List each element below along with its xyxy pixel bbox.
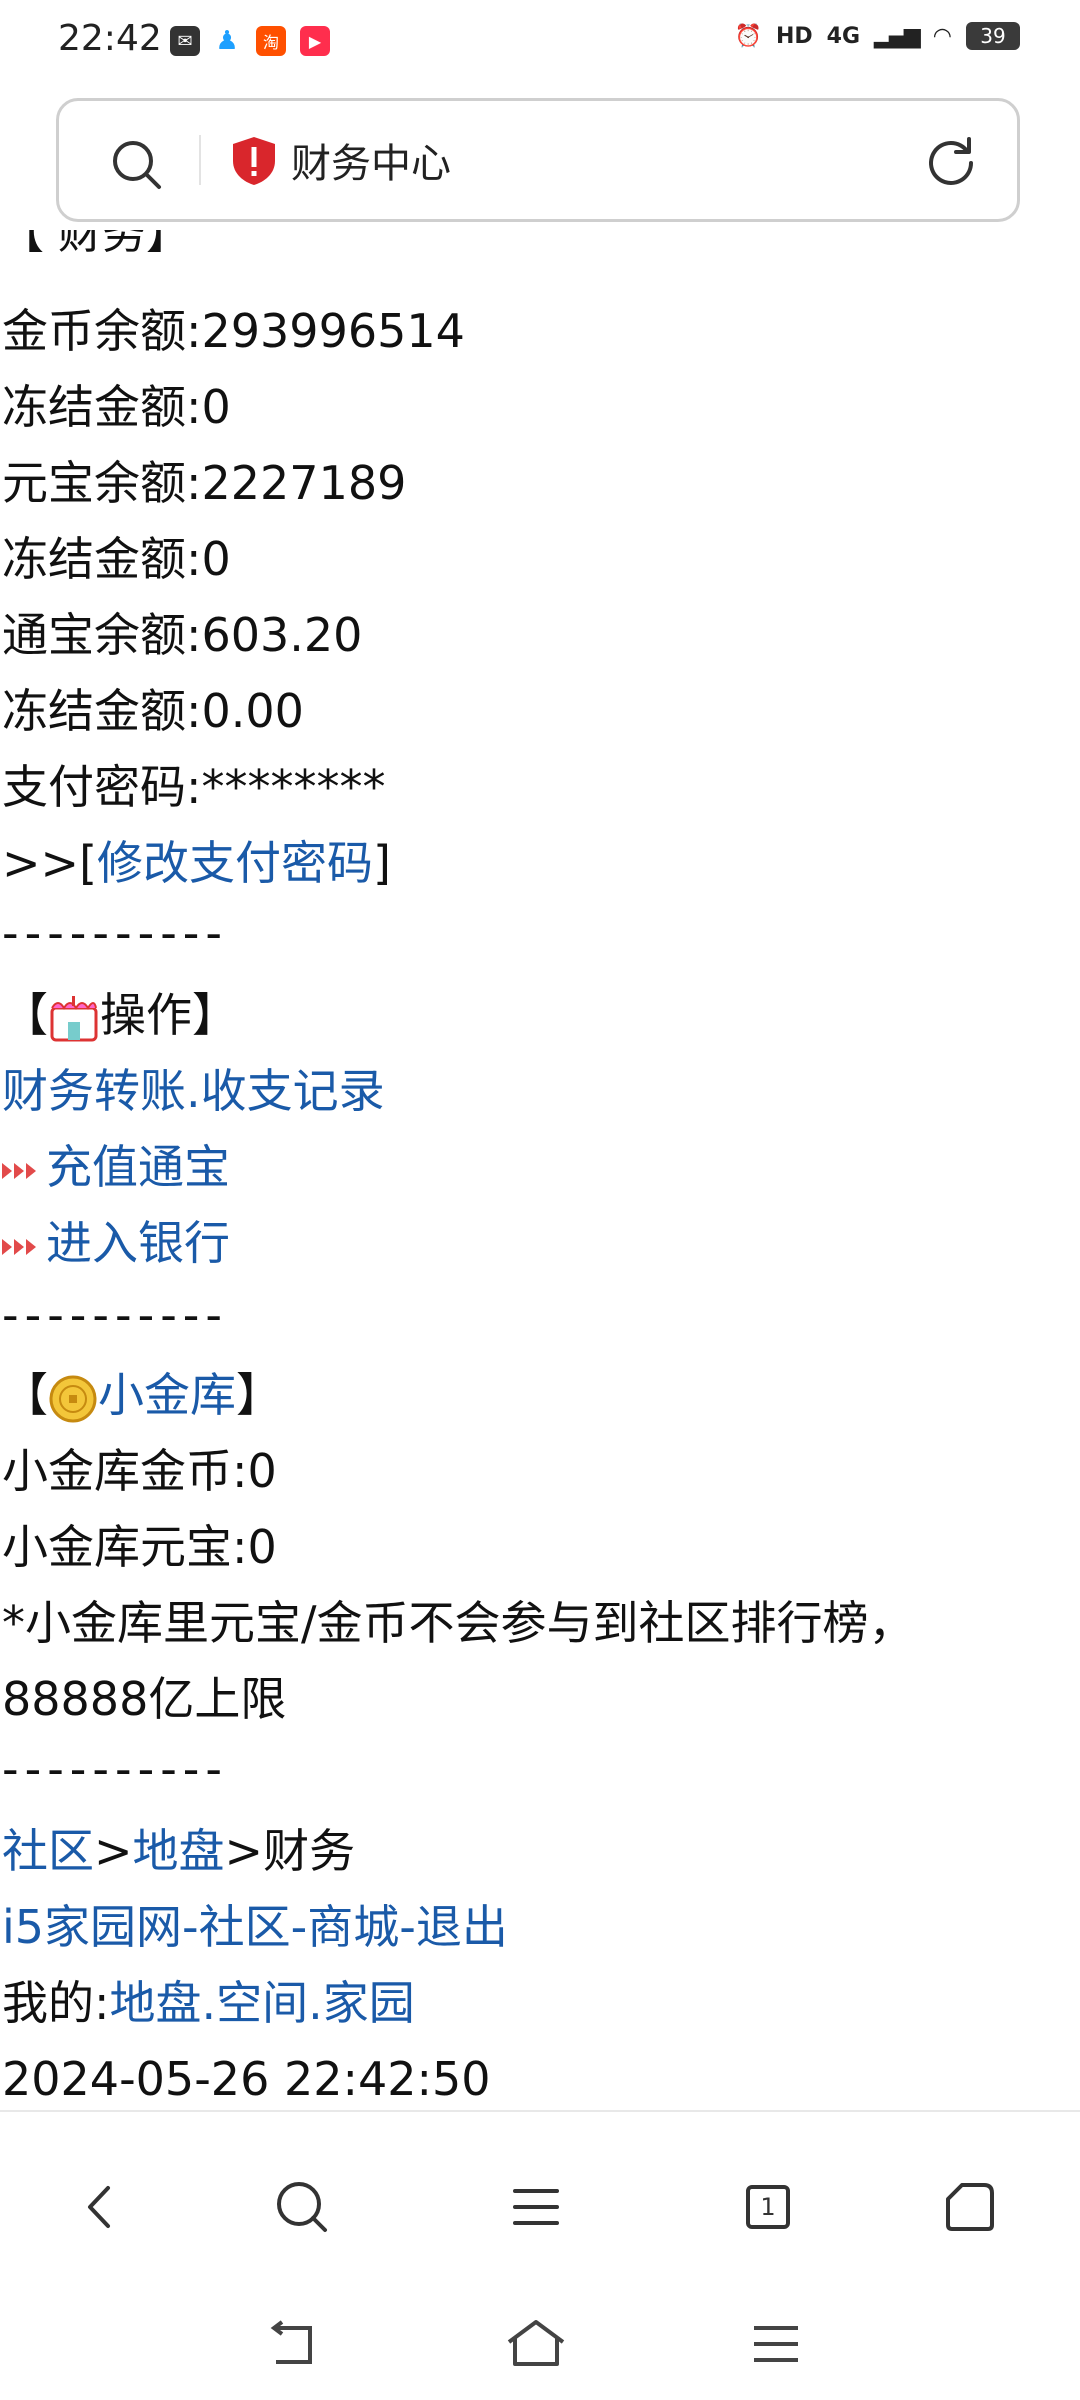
breadcrumb-community-link[interactable]: 社区	[2, 1824, 94, 1878]
bracket-close: 】	[236, 1368, 282, 1422]
taobao-notification-icon: 淘	[256, 26, 286, 56]
section-header-operations: 【 操作】	[2, 977, 238, 1053]
back-arrow-icon	[270, 2320, 312, 2364]
modify-suffix: ]	[373, 836, 391, 890]
records-link[interactable]: 收支记录	[201, 1064, 385, 1118]
message-notification-icon: ✉	[170, 26, 200, 56]
modify-password-link[interactable]: 修改支付密码	[97, 836, 373, 890]
system-recents-button[interactable]	[750, 2322, 802, 2370]
shop-icon	[50, 995, 98, 1041]
hyphen: -	[290, 1900, 308, 1954]
search-icon[interactable]	[111, 139, 163, 191]
tabs-count-icon: 1	[746, 2185, 790, 2229]
bracket-open: 【	[2, 988, 48, 1042]
menu-icon	[513, 2189, 559, 2225]
my-home-link[interactable]: 家园	[323, 1976, 415, 2030]
vault-yuanbao: 小金库元宝:0	[2, 1520, 277, 1574]
bank-row: 进入银行	[2, 1205, 230, 1281]
modify-prefix: >>[	[2, 836, 98, 890]
home-icon	[946, 2183, 994, 2231]
status-time: 22:42	[58, 18, 162, 59]
page-content: 【 财务】 金币余额:293996514 冻结金额:0 元宝余额:2227189…	[0, 230, 1080, 2110]
enter-bank-link[interactable]: 进入银行	[46, 1216, 230, 1270]
transfer-records-row: 财务转账.收支记录	[2, 1053, 385, 1129]
vault-limit: 88888亿上限	[2, 1672, 287, 1726]
chevron-left-icon	[88, 2186, 110, 2228]
transfer-link[interactable]: 财务转账	[2, 1064, 186, 1118]
hyphen: -	[399, 1900, 416, 1954]
address-divider	[199, 135, 201, 185]
signal-strength-icon: ▂▄▆	[874, 23, 921, 49]
my-links-row: 我的:地盘.空间.家园	[2, 1965, 415, 2041]
section-header-vault: 【 小金库】	[2, 1357, 282, 1433]
system-back-button[interactable]	[262, 2320, 322, 2374]
divider-dashes: ----------	[2, 1288, 228, 1342]
dot-separator: .	[186, 1064, 201, 1118]
frozen-amount-coins: 冻结金额:0	[2, 380, 231, 434]
dot-separator: .	[308, 1976, 323, 2030]
tabs-button[interactable]: 1	[728, 2167, 808, 2247]
address-bar[interactable]: 财务中心	[56, 98, 1020, 222]
vault-note: *小金库里元宝/金币不会参与到社区排行榜，	[2, 1596, 915, 1650]
triple-arrow-icon	[2, 1162, 36, 1179]
yuanbao-balance: 元宝余额:2227189	[2, 456, 407, 510]
back-button[interactable]	[60, 2167, 140, 2247]
system-home-button[interactable]	[505, 2318, 567, 2374]
frozen-amount-tongbao: 冻结金额:0.00	[2, 684, 304, 738]
section-header-finance: 【 财务】	[0, 230, 190, 259]
site-home-link[interactable]: i5家园网	[2, 1900, 182, 1954]
my-territory-link[interactable]: 地盘	[110, 1976, 202, 2030]
menu-button[interactable]	[496, 2167, 576, 2247]
page-title: 财务中心	[291, 141, 451, 187]
alarm-icon: ⏰	[734, 23, 762, 49]
triple-arrow-icon	[2, 1238, 36, 1255]
frozen-amount-yuanbao: 冻结金额:0	[2, 532, 231, 586]
breadcrumb: 社区>地盘>财务	[2, 1813, 355, 1889]
coin-balance: 金币余额:293996514	[2, 304, 465, 358]
system-navigation-bar	[0, 2300, 1080, 2400]
dot-separator: .	[201, 1976, 217, 2030]
mine-prefix: 我的:	[2, 1976, 110, 2030]
home-outline-icon	[507, 2320, 565, 2366]
hyphen: -	[182, 1900, 199, 1954]
breadcrumb-separator: >	[94, 1824, 133, 1878]
breadcrumb-territory-link[interactable]: 地盘	[133, 1824, 225, 1878]
operations-title: 操作	[100, 988, 192, 1042]
refresh-icon[interactable]	[925, 135, 977, 187]
bracket-close: 】	[192, 988, 238, 1042]
qq-notification-icon: ♟	[212, 26, 242, 56]
search-icon	[277, 2182, 327, 2232]
tongbao-balance: 通宝余额:603.20	[2, 608, 363, 662]
signal-4g-icon: 4G	[826, 23, 861, 49]
recharge-tongbao-link[interactable]: 充值通宝	[46, 1140, 230, 1194]
status-bar: 22:42 ✉ ♟ 淘 ▶ ⏰ HD 4G ▂▄▆ ◠ 39	[0, 0, 1080, 86]
vault-link[interactable]: 小金库	[98, 1368, 236, 1422]
vault-coins: 小金库金币:0	[2, 1444, 277, 1498]
community-link[interactable]: 社区	[199, 1900, 291, 1954]
bracket-open: 【	[2, 1368, 48, 1422]
timestamp: 2024-05-26 22:42:50	[2, 2052, 491, 2106]
divider-dashes: ----------	[2, 1742, 228, 1796]
recents-icon	[754, 2326, 798, 2362]
modify-password-row: >>[修改支付密码]	[2, 825, 391, 901]
my-space-link[interactable]: 空间	[216, 1976, 308, 2030]
browser-bottom-nav: 1	[0, 2110, 1080, 2312]
wifi-icon: ◠	[932, 23, 952, 49]
payment-password: 支付密码:********	[2, 760, 386, 814]
home-button[interactable]	[930, 2167, 1010, 2247]
breadcrumb-current: >财务	[224, 1824, 356, 1878]
divider-dashes: ----------	[2, 906, 228, 960]
recharge-row: 充值通宝	[2, 1129, 230, 1205]
search-button[interactable]	[262, 2167, 342, 2247]
hd-icon: HD	[775, 23, 813, 49]
mall-link[interactable]: 商城	[307, 1900, 399, 1954]
battery-icon: 39	[966, 22, 1020, 50]
shield-icon	[233, 137, 275, 185]
gold-coin-icon	[49, 1375, 97, 1422]
status-right: ⏰ HD 4G ▂▄▆ ◠ 39	[735, 22, 1020, 50]
logout-link[interactable]: 退出	[416, 1900, 508, 1954]
site-nav-row: i5家园网-社区-商城-退出	[2, 1889, 508, 1965]
video-notification-icon: ▶	[300, 26, 330, 56]
